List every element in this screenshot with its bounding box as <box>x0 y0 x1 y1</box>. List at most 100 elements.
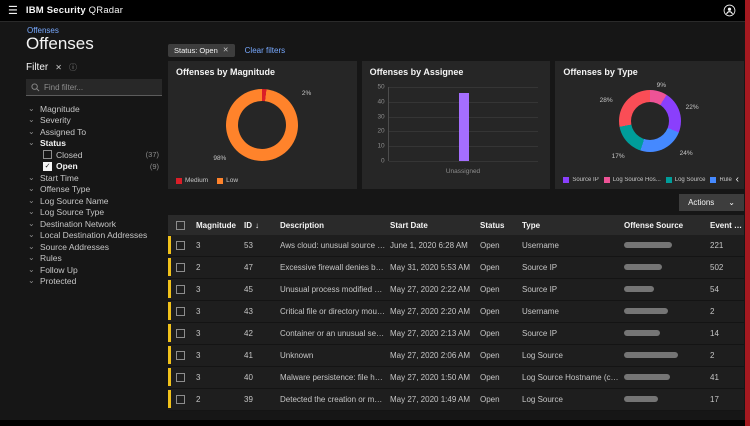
filter-tree-item[interactable]: ⌄ Protected <box>26 276 162 288</box>
y-axis-tick: 50 <box>377 83 385 91</box>
filter-chip-status-open[interactable]: Status: Open ✕ <box>168 43 235 57</box>
legend-item[interactable]: Rule <box>710 177 732 183</box>
row-checkbox[interactable] <box>175 351 185 360</box>
checkbox[interactable] <box>43 150 52 160</box>
cell-event-count: 41 <box>710 373 719 382</box>
filter-tree-label: Status <box>40 138 66 149</box>
select-all-checkbox[interactable] <box>175 220 185 230</box>
legend-swatch <box>563 177 570 183</box>
table-row[interactable]: 3 41 Unknown May 27, 2020 2:06 AM Open Log So… <box>168 345 744 367</box>
legend-item[interactable]: Log Source Hos... <box>603 177 661 183</box>
row-checkbox[interactable] <box>175 307 185 316</box>
brand-bold: IBM Security <box>25 5 86 16</box>
table-row[interactable]: 3 40 Malware persistence: file has ... May … <box>168 367 744 389</box>
cell-offense-source <box>620 329 706 338</box>
cell-start-date: May 27, 2020 2:06 AM <box>390 351 471 360</box>
cell-magnitude: 2 <box>196 263 201 272</box>
table-row[interactable]: 3 42 Container or an unusual servic... May … <box>168 323 744 345</box>
cell-event-count: 54 <box>710 285 719 294</box>
column-header-start-date[interactable]: Start Date <box>386 221 476 230</box>
row-checkbox[interactable] <box>175 241 185 250</box>
clear-filters-link[interactable]: Clear filters <box>245 46 285 55</box>
y-axis-tick: 20 <box>377 127 385 135</box>
filter-search-input[interactable] <box>44 82 157 92</box>
cell-event-count: 2 <box>710 307 715 316</box>
info-icon[interactable]: ⓘ <box>69 62 77 73</box>
chevron-down-icon: ⌄ <box>28 126 35 136</box>
cell-description: Aws cloud: unusual source do... <box>280 241 386 250</box>
column-header-offense-source[interactable]: Offense Source <box>620 221 706 230</box>
menu-icon[interactable]: ☰ <box>0 4 26 17</box>
filter-tree-item[interactable]: ⌄ Source Addresses <box>26 241 162 253</box>
filter-search-box[interactable] <box>26 79 162 96</box>
filter-tree-item[interactable]: ⌄ Start Time <box>26 172 162 184</box>
chevron-left-icon[interactable]: ‹ <box>736 175 739 185</box>
filter-tree-item[interactable]: ⌄ Log Source Name <box>26 195 162 207</box>
filter-close-icon[interactable]: ✕ <box>55 63 62 72</box>
filter-tree-item[interactable]: ⌄ Log Source Type <box>26 207 162 219</box>
cell-start-date: May 27, 2020 2:22 AM <box>390 285 471 294</box>
chip-close-icon[interactable]: ✕ <box>223 46 229 54</box>
magnitude-donut-chart[interactable] <box>226 89 299 161</box>
type-donut-chart[interactable] <box>618 90 681 152</box>
column-header-magnitude[interactable]: Magnitude <box>192 221 240 230</box>
legend-label: Log Source Hos... <box>612 177 661 183</box>
column-header-description[interactable]: Description <box>276 221 386 230</box>
legend-item[interactable]: Source IP <box>563 177 599 183</box>
qradar-app: ☰ IBM Security QRadar Offenses Offenses … <box>0 0 750 426</box>
donut-label-rule: 24% <box>679 150 693 157</box>
checkbox[interactable]: ✓ <box>43 161 52 171</box>
cell-type: Log Source <box>522 395 563 404</box>
cell-event-count: 2 <box>710 351 715 360</box>
filter-tree-item[interactable]: ⌄ Severity <box>26 115 162 127</box>
legend-label: Rule <box>719 177 732 183</box>
legend-swatch <box>665 177 672 183</box>
legend-item[interactable]: Low <box>217 177 238 184</box>
filter-tree-label: Follow Up <box>40 264 78 275</box>
filter-tree-item[interactable]: ⌄ Rules <box>26 253 162 265</box>
donut-label-loghost: 9% <box>656 82 667 89</box>
actions-button[interactable]: Actions ⌄ <box>679 194 744 211</box>
filter-tree-label: Local Destination Addresses <box>40 230 148 241</box>
legend-swatch <box>217 177 224 184</box>
filter-tree-label: Log Source Type <box>40 207 105 218</box>
cell-type: Username <box>522 241 559 250</box>
right-edge-stripe <box>745 0 750 426</box>
row-checkbox[interactable] <box>175 373 185 382</box>
table-row[interactable]: 3 45 Unusual process modified criti... May … <box>168 279 744 301</box>
row-checkbox[interactable] <box>175 395 185 404</box>
filter-tree-item[interactable]: ⌄ Destination Network <box>26 218 162 230</box>
filter-tree-item[interactable]: ⌄ Offense Type <box>26 184 162 196</box>
column-header-status[interactable]: Status <box>476 221 518 230</box>
filter-tree-item[interactable]: ⌄ Local Destination Addresses <box>26 230 162 242</box>
magnitude-bar <box>168 280 171 298</box>
row-checkbox[interactable] <box>175 285 185 294</box>
assignee-bar[interactable] <box>458 92 469 161</box>
row-checkbox[interactable] <box>175 263 185 272</box>
cell-offense-source <box>620 351 706 360</box>
user-avatar-icon[interactable] <box>723 4 736 17</box>
cell-magnitude: 3 <box>196 373 201 382</box>
chevron-down-icon: ⌄ <box>28 241 35 251</box>
column-header-type[interactable]: Type <box>518 221 620 230</box>
row-checkbox[interactable] <box>175 329 185 338</box>
filter-tree-child-item[interactable]: Closed (37) <box>26 149 162 161</box>
filter-tree-item[interactable]: ⌄ Assigned To <box>26 126 162 138</box>
column-header-event-count[interactable]: Event Count <box>706 221 744 230</box>
filter-tree-item[interactable]: ⌄ Follow Up <box>26 264 162 276</box>
table-row[interactable]: 2 47 Excessive firewall denies betw... May … <box>168 257 744 279</box>
chevron-down-icon: ⌄ <box>28 230 35 240</box>
filter-tree-child-item[interactable]: ✓ Open (9) <box>26 161 162 173</box>
table-row[interactable]: 3 53 Aws cloud: unusual source do... June 1… <box>168 235 744 257</box>
chevron-down-icon: ⌄ <box>28 253 35 263</box>
legend-item[interactable]: Medium <box>176 177 208 184</box>
table-row[interactable]: 3 43 Critical file or directory mount... Ma… <box>168 301 744 323</box>
column-header-id[interactable]: ID ↓ <box>240 221 276 230</box>
offense-source-bar <box>624 330 660 336</box>
filter-tree-item[interactable]: ⌄ Status <box>26 138 162 150</box>
table-row[interactable]: 2 39 Detected the creation or modifi... May… <box>168 389 744 411</box>
filter-tree-item[interactable]: ⌄ Magnitude <box>26 103 162 115</box>
cell-magnitude: 3 <box>196 307 201 316</box>
legend-item[interactable]: Log Source <box>665 177 705 183</box>
cell-id: 39 <box>244 395 253 404</box>
